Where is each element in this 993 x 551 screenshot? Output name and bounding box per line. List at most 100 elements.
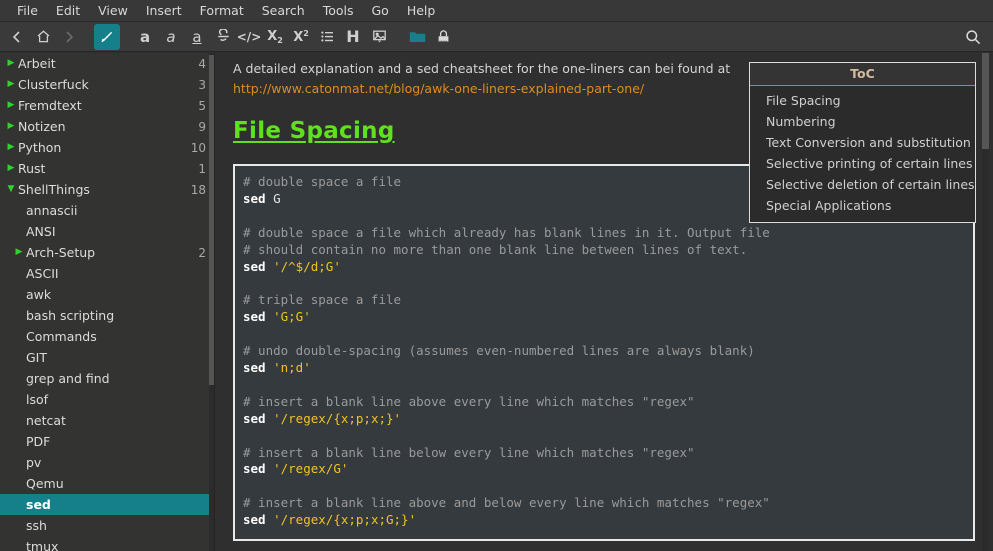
- code-line: # insert a blank line below every line w…: [243, 445, 965, 462]
- toc-item-text-conversion-and-substitution[interactable]: Text Conversion and substitution: [750, 132, 975, 153]
- sidebar-item-notizen[interactable]: ▶ Notizen 9: [0, 116, 214, 137]
- sidebar-item-sed[interactable]: sed: [0, 494, 214, 515]
- toolbar: a a a </> X2 X2 H: [0, 22, 993, 52]
- sidebar-item-count: 5: [198, 98, 206, 113]
- sidebar-item-label: netcat: [26, 413, 66, 428]
- sidebar-item-label: Arbeit: [18, 56, 56, 71]
- sidebar-item-fremdtext[interactable]: ▶ Fremdtext 5: [0, 95, 214, 116]
- sidebar-item-awk[interactable]: awk: [0, 284, 214, 305]
- menu-item-edit[interactable]: Edit: [47, 1, 89, 20]
- lock-icon[interactable]: [430, 24, 456, 50]
- sidebar-item-arbeit[interactable]: ▶ Arbeit 4: [0, 53, 214, 74]
- chevron-right-icon[interactable]: ▶: [4, 164, 18, 173]
- sidebar-item-git[interactable]: GIT: [0, 347, 214, 368]
- code-line: sed 'n;d': [243, 360, 965, 377]
- code-token-comment: # should contain no more than one blank …: [243, 241, 748, 257]
- sidebar-item-count: 18: [190, 182, 206, 197]
- sidebar-item-label: GIT: [26, 350, 48, 365]
- subscript-icon[interactable]: X2: [262, 24, 288, 50]
- strikethrough-icon[interactable]: [210, 24, 236, 50]
- chevron-right-icon[interactable]: ▶: [12, 248, 26, 257]
- sidebar-item-tmux[interactable]: tmux: [0, 536, 214, 551]
- sidebar-item-rust[interactable]: ▶ Rust 1: [0, 158, 214, 179]
- sidebar-item-bash-scripting[interactable]: bash scripting: [0, 305, 214, 326]
- sidebar-item-label: Commands: [26, 329, 97, 344]
- code-token-comment: # insert a blank line below every line w…: [243, 444, 695, 460]
- sidebar-item-pdf[interactable]: PDF: [0, 431, 214, 452]
- chevron-down-icon[interactable]: ▼: [4, 185, 18, 194]
- code-token-cmd: sed: [243, 258, 266, 274]
- sidebar-item-arch-setup[interactable]: ▶ Arch-Setup 2: [0, 242, 214, 263]
- sidebar-item-label: sed: [26, 497, 51, 512]
- home-icon[interactable]: [30, 24, 56, 50]
- sidebar-item-ssh[interactable]: ssh: [0, 515, 214, 536]
- superscript-icon[interactable]: X2: [288, 24, 314, 50]
- bold-icon[interactable]: a: [132, 24, 158, 50]
- toc-item-numbering[interactable]: Numbering: [750, 111, 975, 132]
- heading-icon[interactable]: H: [340, 24, 366, 50]
- external-link[interactable]: http://www.catonmat.net/blog/awk-one-lin…: [233, 79, 644, 98]
- sidebar-item-shellthings[interactable]: ▼ ShellThings 18: [0, 179, 214, 200]
- sidebar-item-grep-and-find[interactable]: grep and find: [0, 368, 214, 389]
- sidebar-item-clusterfuck[interactable]: ▶ Clusterfuck 3: [0, 74, 214, 95]
- menu-item-help[interactable]: Help: [398, 1, 445, 20]
- menu-item-tools[interactable]: Tools: [314, 1, 363, 20]
- toc-title: ToC: [750, 63, 975, 86]
- notebook-sidebar[interactable]: ▶ Arbeit 4 ▶ Clusterfuck 3 ▶ Fremdtext 5 ▶ Notizen…: [0, 53, 215, 551]
- chevron-right-icon[interactable]: ▶: [4, 80, 18, 89]
- menu-item-format[interactable]: Format: [191, 1, 253, 20]
- chevron-right-icon[interactable]: ▶: [4, 59, 18, 68]
- edit-pencil-icon[interactable]: [94, 23, 120, 50]
- search-icon[interactable]: [961, 25, 985, 49]
- toc-item-selective-deletion-of-certain-lines[interactable]: Selective deletion of certain lines: [750, 174, 975, 195]
- sidebar-item-count: 2: [198, 245, 206, 260]
- sidebar-item-ascii[interactable]: ASCII: [0, 263, 214, 284]
- toc-item-file-spacing[interactable]: File Spacing: [750, 90, 975, 111]
- sidebar-item-label: Python: [18, 140, 62, 155]
- sidebar-item-label: pv: [26, 455, 42, 470]
- code-icon[interactable]: </>: [236, 24, 262, 50]
- sidebar-item-pv[interactable]: pv: [0, 452, 214, 473]
- code-line: sed '/regex/G': [243, 461, 965, 478]
- sidebar-item-netcat[interactable]: netcat: [0, 410, 214, 431]
- code-token-comment: # double space a file which already has …: [243, 224, 770, 240]
- code-line: # insert a blank line above every line w…: [243, 394, 965, 411]
- code-line: sed '/regex/{x;p;x;}': [243, 411, 965, 428]
- sidebar-item-ansi[interactable]: ANSI: [0, 221, 214, 242]
- sidebar-item-annascii[interactable]: annascii: [0, 200, 214, 221]
- italic-icon[interactable]: a: [158, 24, 184, 50]
- toc-panel[interactable]: ToC File Spacing Numbering Text Conversion…: [749, 62, 976, 223]
- sidebar-item-lsof[interactable]: lsof: [0, 389, 214, 410]
- bullet-list-icon[interactable]: [314, 24, 340, 50]
- insert-image-icon[interactable]: [366, 24, 392, 50]
- menu-item-view[interactable]: View: [89, 1, 137, 20]
- code-token-cmd: sed: [243, 410, 266, 426]
- sidebar-item-label: ASCII: [26, 266, 59, 281]
- chevron-right-icon[interactable]: ▶: [4, 122, 18, 131]
- code-token-str: '/regex/{x;p;x;G;}': [273, 512, 417, 528]
- sidebar-item-label: tmux: [26, 539, 59, 551]
- sidebar-item-label: Notizen: [18, 119, 66, 134]
- underline-icon[interactable]: a: [184, 24, 210, 50]
- menu-item-search[interactable]: Search: [253, 1, 314, 20]
- code-token-str: '/regex/G': [273, 461, 349, 477]
- back-icon[interactable]: [4, 24, 30, 50]
- folder-icon[interactable]: [404, 24, 430, 50]
- sidebar-item-commands[interactable]: Commands: [0, 326, 214, 347]
- content-scrollbar-thumb[interactable]: [982, 53, 989, 149]
- sidebar-item-label: Arch-Setup: [26, 245, 96, 260]
- sidebar-item-qemu[interactable]: Qemu: [0, 473, 214, 494]
- toc-item-special-applications[interactable]: Special Applications: [750, 195, 975, 216]
- sidebar-scrollbar-thumb[interactable]: [209, 55, 214, 385]
- code-token-cmd: sed: [243, 190, 266, 206]
- menu-item-go[interactable]: Go: [362, 1, 397, 20]
- toc-item-selective-printing-of-certain-lines[interactable]: Selective printing of certain lines: [750, 153, 975, 174]
- chevron-right-icon[interactable]: ▶: [4, 101, 18, 110]
- menu-item-file[interactable]: File: [8, 1, 47, 20]
- sidebar-item-count: 1: [198, 161, 206, 176]
- chevron-right-icon[interactable]: ▶: [4, 143, 18, 152]
- menu-item-insert[interactable]: Insert: [137, 1, 191, 20]
- sidebar-item-python[interactable]: ▶ Python 10: [0, 137, 214, 158]
